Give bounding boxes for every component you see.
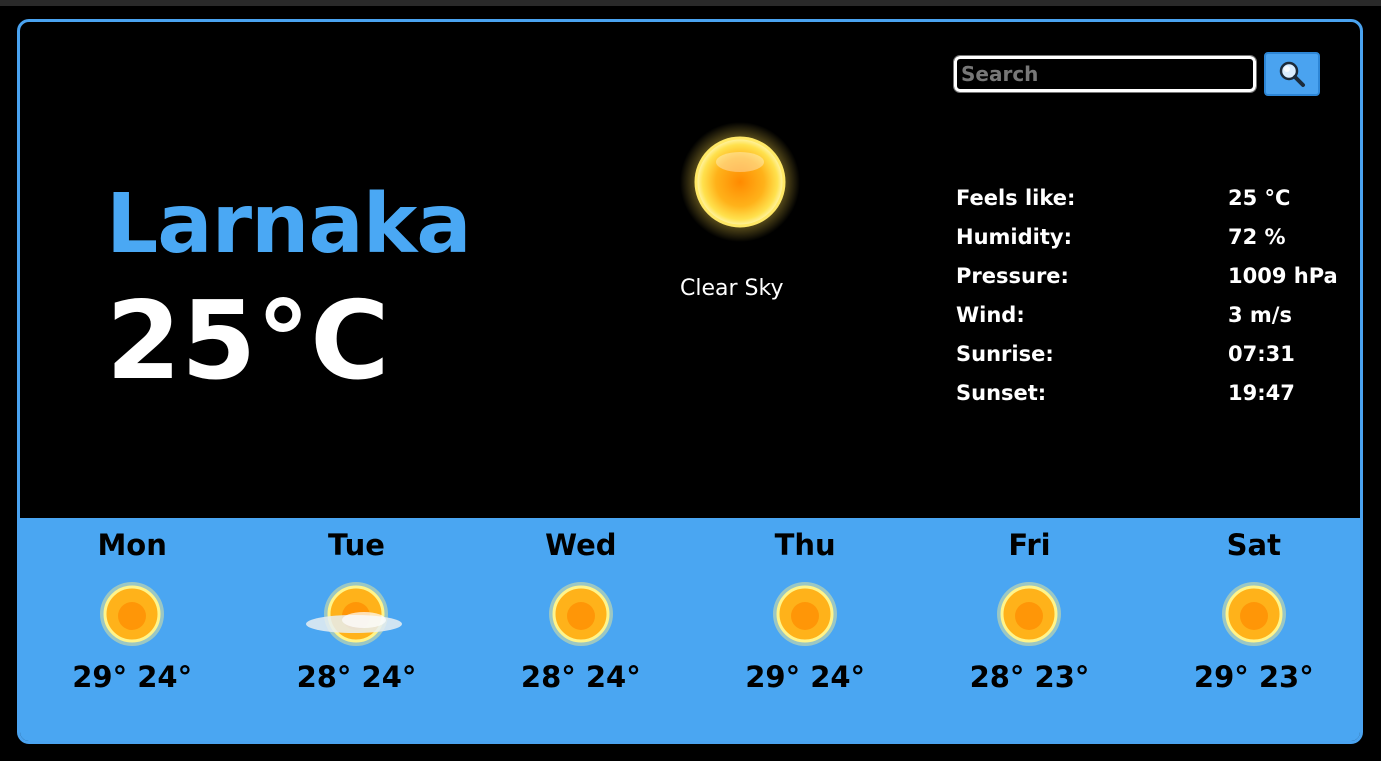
magnifier-icon bbox=[1279, 61, 1305, 87]
forecast-day: Tue 28° 24° bbox=[244, 518, 468, 741]
forecast-day-name: Fri bbox=[1008, 528, 1051, 562]
weather-details: Feels like: 25 °C Humidity: 72 % Pressur… bbox=[956, 178, 1348, 412]
detail-label: Wind: bbox=[956, 302, 1025, 327]
detail-label: Feels like: bbox=[956, 185, 1076, 210]
detail-value: 3 m/s bbox=[1228, 302, 1292, 327]
detail-value: 07:31 bbox=[1228, 341, 1295, 366]
forecast-day: Fri 28° 23° bbox=[917, 518, 1141, 741]
forecast-day: Sat 29° 23° bbox=[1142, 518, 1360, 741]
forecast-day-name: Thu bbox=[774, 528, 836, 562]
detail-value: 72 % bbox=[1228, 224, 1286, 249]
forecast-low: 24° bbox=[810, 660, 866, 694]
search-input[interactable] bbox=[953, 55, 1257, 93]
search-bar bbox=[953, 52, 1320, 96]
sun-cloud-icon bbox=[306, 582, 403, 646]
forecast-day: Mon 29° 24° bbox=[20, 518, 244, 741]
sun-icon bbox=[100, 582, 165, 646]
detail-label: Pressure: bbox=[956, 263, 1069, 288]
forecast-day-name: Mon bbox=[97, 528, 167, 562]
city-name: Larnaka bbox=[106, 177, 472, 272]
forecast-day-name: Wed bbox=[545, 528, 617, 562]
detail-row-humidity: Humidity: 72 % bbox=[956, 217, 1348, 256]
detail-value: 25 °C bbox=[1228, 185, 1291, 210]
weather-condition: Clear Sky bbox=[680, 276, 784, 301]
forecast-low: 23° bbox=[1034, 660, 1090, 694]
forecast-high: 29° bbox=[1193, 660, 1249, 694]
detail-label: Sunset: bbox=[956, 380, 1047, 405]
detail-label: Sunrise: bbox=[956, 341, 1054, 366]
sun-icon bbox=[548, 582, 613, 646]
forecast-temps: 29° 23° bbox=[1142, 660, 1360, 694]
detail-row-wind: Wind: 3 m/s bbox=[956, 295, 1348, 334]
detail-value: 19:47 bbox=[1228, 380, 1295, 405]
detail-row-sunset: Sunset: 19:47 bbox=[956, 373, 1348, 412]
forecast-day: Thu 29° 24° bbox=[693, 518, 917, 741]
weather-card: Larnaka 25°C Clear Sky Search Feels like… bbox=[17, 19, 1363, 744]
search-button[interactable] bbox=[1264, 52, 1320, 96]
forecast-temps: 28° 23° bbox=[917, 660, 1141, 694]
sun-icon bbox=[680, 122, 800, 242]
forecast-temps: 29° 24° bbox=[693, 660, 917, 694]
forecast-high: 29° bbox=[72, 660, 128, 694]
sun-icon bbox=[1221, 582, 1286, 646]
forecast-low: 24° bbox=[137, 660, 193, 694]
forecast-high: 28° bbox=[969, 660, 1025, 694]
forecast-low: 23° bbox=[1258, 660, 1314, 694]
sun-icon bbox=[773, 582, 838, 646]
forecast-temps: 29° 24° bbox=[20, 660, 244, 694]
forecast-high: 28° bbox=[296, 660, 352, 694]
detail-value: 1009 hPa bbox=[1228, 263, 1338, 288]
forecast-low: 24° bbox=[585, 660, 641, 694]
current-temperature: 25°C bbox=[106, 279, 390, 404]
detail-row-feels-like: Feels like: 25 °C bbox=[956, 178, 1348, 217]
forecast-temps: 28° 24° bbox=[244, 660, 468, 694]
forecast-day: Wed 28° 24° bbox=[469, 518, 693, 741]
forecast-high: 29° bbox=[745, 660, 801, 694]
sun-icon bbox=[997, 582, 1062, 646]
forecast-strip: Mon 29° 24° Tue 28° 24° Wed 28° 24° Thu … bbox=[20, 518, 1360, 741]
forecast-high: 28° bbox=[520, 660, 576, 694]
forecast-day-name: Tue bbox=[328, 528, 385, 562]
browser-top-bar bbox=[0, 0, 1381, 6]
forecast-day-name: Sat bbox=[1226, 528, 1281, 562]
detail-label: Humidity: bbox=[956, 224, 1072, 249]
detail-row-sunrise: Sunrise: 07:31 bbox=[956, 334, 1348, 373]
forecast-temps: 28° 24° bbox=[469, 660, 693, 694]
detail-row-pressure: Pressure: 1009 hPa bbox=[956, 256, 1348, 295]
forecast-low: 24° bbox=[361, 660, 417, 694]
